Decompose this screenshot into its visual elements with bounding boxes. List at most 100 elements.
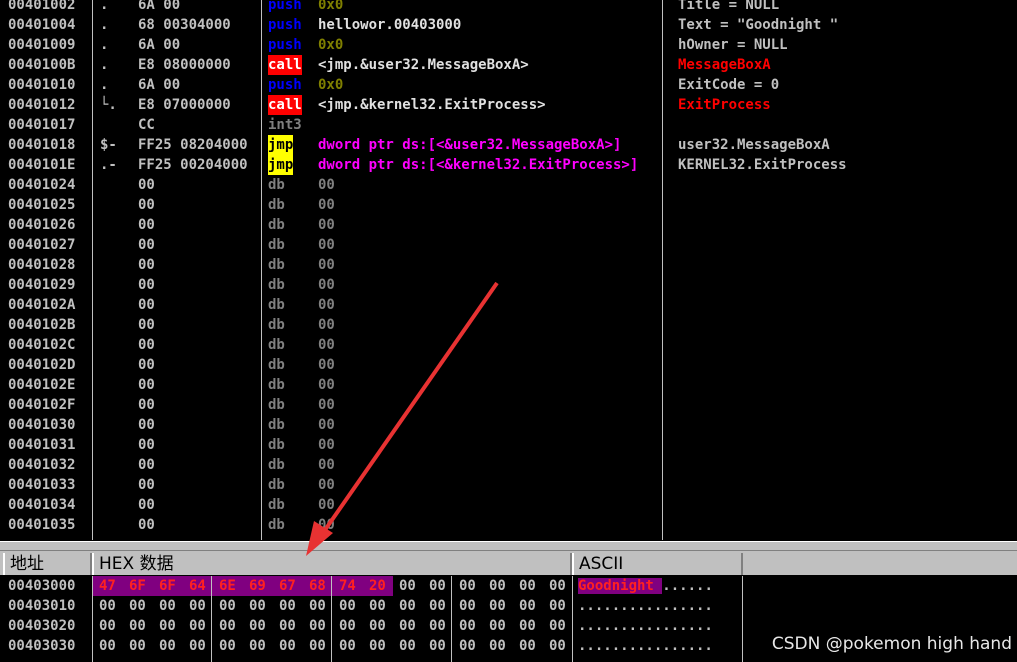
dump-byte[interactable]: 00	[369, 596, 399, 616]
dump-byte[interactable]: 00	[339, 636, 369, 656]
dump-byte[interactable]: 00	[159, 596, 189, 616]
disasm-row[interactable]: 00401035 00 db 00	[0, 515, 1017, 535]
dump-byte[interactable]: 00	[219, 636, 249, 656]
disasm-row[interactable]: 0040102F 00 db 00	[0, 395, 1017, 415]
dump-byte[interactable]: 00	[549, 596, 579, 616]
dump-byte[interactable]: 00	[459, 576, 489, 596]
disasm-row[interactable]: 0040102E 00 db 00	[0, 375, 1017, 395]
disasm-row[interactable]: 00401004. 68 00304000 push hellowor.0040300…	[0, 15, 1017, 35]
disasm-row[interactable]: 00401024 00 db 00	[0, 175, 1017, 195]
dump-byte[interactable]: 00	[99, 616, 129, 636]
dump-byte[interactable]: 6F	[123, 576, 153, 596]
dump-byte[interactable]: 00	[519, 596, 549, 616]
dump-byte[interactable]: 00	[279, 616, 309, 636]
dump-byte[interactable]: 00	[549, 576, 579, 596]
header-ascii[interactable]: ASCII	[572, 553, 743, 575]
dump-row[interactable]: 00403010 00 00 00 00 00 00 00 00 00 00 00 00 00 00 00 00…	[0, 596, 1017, 616]
dump-byte[interactable]: 00	[429, 636, 459, 656]
dump-byte[interactable]: 00	[129, 596, 159, 616]
header-hex-data[interactable]: HEX 数据	[92, 553, 572, 575]
disasm-row[interactable]: 0040100B. E8 08000000 call <jmp.&user32.Mes…	[0, 55, 1017, 75]
dump-byte[interactable]: 00	[459, 596, 489, 616]
dump-byte[interactable]: 00	[399, 616, 429, 636]
dump-byte[interactable]: 00	[399, 596, 429, 616]
disassembly-pane[interactable]: 00401002. 6A 00 push 0x0 Title = NULL 0040100…	[0, 0, 1017, 540]
disasm-address: 00401030	[8, 417, 76, 433]
dump-byte[interactable]: 00	[519, 616, 549, 636]
dump-byte[interactable]: 00	[279, 596, 309, 616]
dump-byte[interactable]: 00	[549, 616, 579, 636]
disasm-row[interactable]: 00401012 └. E8 07000000 call <jmp.&kernel32.…	[0, 95, 1017, 115]
disasm-row[interactable]: 0040102C 00 db 00	[0, 335, 1017, 355]
dump-byte[interactable]: 00	[399, 576, 429, 596]
dump-byte[interactable]: 00	[249, 636, 279, 656]
dump-byte[interactable]: 00	[519, 576, 549, 596]
dump-byte[interactable]: 20	[363, 576, 393, 596]
disasm-row[interactable]: 00401017 CC int3	[0, 115, 1017, 135]
dump-byte[interactable]: 00	[369, 636, 399, 656]
dump-byte[interactable]: 00	[189, 616, 219, 636]
dump-byte[interactable]: 00	[219, 596, 249, 616]
header-address[interactable]: 地址	[3, 553, 92, 575]
dump-byte[interactable]: 00	[99, 596, 129, 616]
dump-byte[interactable]: 00	[489, 596, 519, 616]
dump-byte[interactable]: 00	[459, 616, 489, 636]
dump-byte[interactable]: 6F	[153, 576, 183, 596]
dump-byte[interactable]: 00	[129, 636, 159, 656]
dump-byte[interactable]: 00	[99, 636, 129, 656]
dump-byte[interactable]: 00	[129, 616, 159, 636]
dump-byte[interactable]: 00	[429, 576, 459, 596]
disasm-row[interactable]: 00401032 00 db 00	[0, 455, 1017, 475]
disasm-row[interactable]: 00401009. 6A 00 push 0x0 hOwner = NULL	[0, 35, 1017, 55]
dump-byte[interactable]: 00	[459, 636, 489, 656]
disasm-row[interactable]: 00401033 00 db 00	[0, 475, 1017, 495]
disasm-row[interactable]: 00401026 00 db 00	[0, 215, 1017, 235]
disasm-row[interactable]: 0040101E .- FF25 00204000 jmp dword ptr ds:[…	[0, 155, 1017, 175]
dump-byte[interactable]: 00	[549, 636, 579, 656]
dump-byte[interactable]: 00	[339, 596, 369, 616]
dump-byte[interactable]: 00	[159, 616, 189, 636]
disasm-row[interactable]: 0040102A 00 db 00	[0, 295, 1017, 315]
dump-row[interactable]: 00403000 47 6F 6F 64 6E 69 67 68 74 20 00 00 00 00 00 00…	[0, 576, 1017, 596]
dump-byte[interactable]: 00	[429, 596, 459, 616]
dump-byte[interactable]: 00	[249, 616, 279, 636]
dump-byte[interactable]: 00	[369, 616, 399, 636]
dump-byte[interactable]: 74	[333, 576, 363, 596]
dump-byte[interactable]: 00	[489, 616, 519, 636]
dump-byte[interactable]: 00	[219, 616, 249, 636]
dump-byte[interactable]: 00	[519, 636, 549, 656]
dump-byte[interactable]: 68	[303, 576, 333, 596]
disasm-row[interactable]: 00401018 $- FF25 08204000 jmp dword ptr ds:[…	[0, 135, 1017, 155]
disasm-row[interactable]: 00401002. 6A 00 push 0x0 Title = NULL	[0, 0, 1017, 15]
pane-splitter[interactable]	[0, 541, 1017, 551]
dump-byte[interactable]: 00	[309, 596, 339, 616]
disasm-row[interactable]: 00401030 00 db 00	[0, 415, 1017, 435]
dump-row[interactable]: 00403020 00 00 00 00 00 00 00 00 00 00 00 00 00 00 00 00…	[0, 616, 1017, 636]
disasm-row[interactable]: 00401028 00 db 00	[0, 255, 1017, 275]
dump-byte[interactable]: 00	[279, 636, 309, 656]
dump-byte[interactable]: 00	[429, 616, 459, 636]
dump-byte[interactable]: 00	[489, 636, 519, 656]
dump-byte[interactable]: 00	[339, 616, 369, 636]
disasm-row[interactable]: 00401029 00 db 00	[0, 275, 1017, 295]
dump-byte[interactable]: 00	[189, 636, 219, 656]
dump-byte[interactable]: 47	[93, 576, 123, 596]
dump-byte[interactable]: 00	[309, 636, 339, 656]
dump-byte[interactable]: 00	[249, 596, 279, 616]
disasm-row[interactable]: 00401027 00 db 00	[0, 235, 1017, 255]
disasm-row[interactable]: 0040102B 00 db 00	[0, 315, 1017, 335]
dump-byte[interactable]: 00	[399, 636, 429, 656]
dump-byte[interactable]: 00	[159, 636, 189, 656]
disasm-row[interactable]: 00401010. 6A 00 push 0x0 ExitCode = 0	[0, 75, 1017, 95]
dump-byte[interactable]: 00	[489, 576, 519, 596]
dump-byte[interactable]: 64	[183, 576, 213, 596]
disasm-row[interactable]: 00401034 00 db 00	[0, 495, 1017, 515]
dump-byte[interactable]: 00	[309, 616, 339, 636]
dump-byte[interactable]: 00	[189, 596, 219, 616]
disasm-row[interactable]: 00401025 00 db 00	[0, 195, 1017, 215]
disasm-row[interactable]: 00401031 00 db 00	[0, 435, 1017, 455]
dump-byte[interactable]: 67	[273, 576, 303, 596]
dump-byte[interactable]: 69	[243, 576, 273, 596]
dump-byte[interactable]: 6E	[213, 576, 243, 596]
disasm-row[interactable]: 0040102D 00 db 00	[0, 355, 1017, 375]
